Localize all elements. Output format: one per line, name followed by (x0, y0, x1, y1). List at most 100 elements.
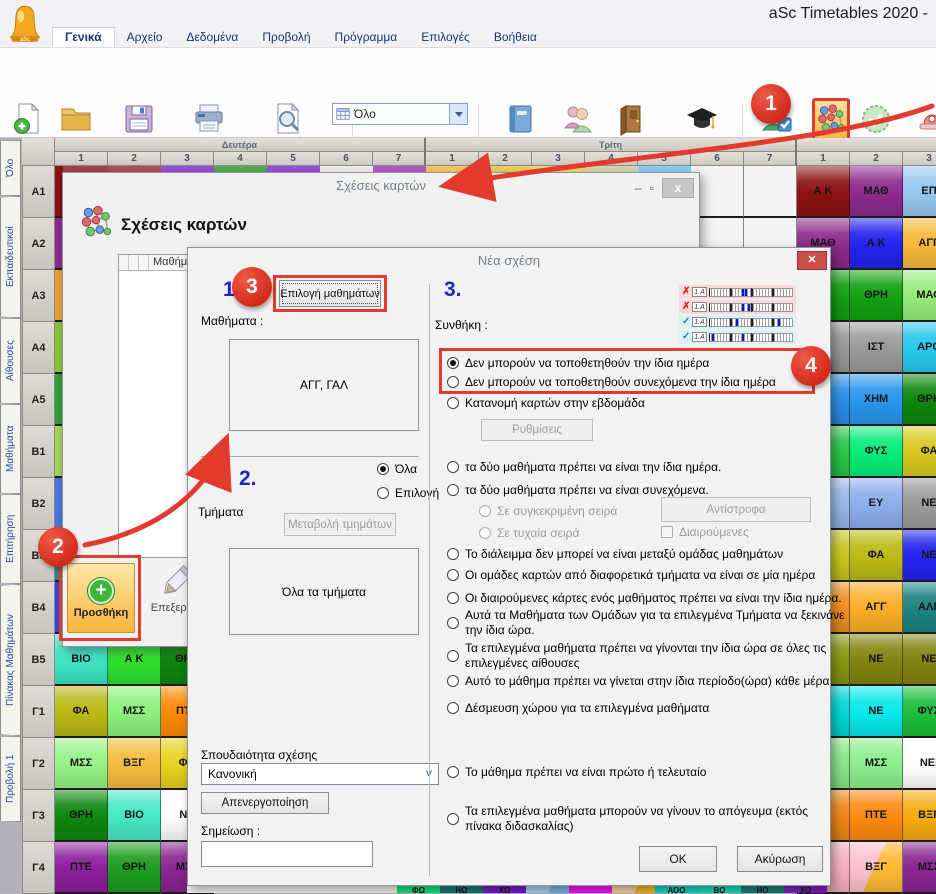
row-label-B5[interactable]: B5 (22, 634, 55, 686)
timetable-cell[interactable]: ΙΣΤ (850, 322, 903, 374)
timetable-cell[interactable]: ΠΤΕ (850, 790, 903, 842)
timetable-cell[interactable] (744, 166, 797, 218)
timetable-cell[interactable]: ΜΣΣ (108, 686, 161, 738)
deactivate-button[interactable]: Απενεργοποίηση (201, 792, 329, 814)
timetable-cell[interactable]: ΒΞΓ (108, 738, 161, 790)
radio-icon[interactable] (447, 650, 459, 662)
importance-select[interactable]: Κανονική ˅ (201, 763, 439, 785)
timetable-cell[interactable]: Α Κ (797, 166, 850, 218)
radio-icon[interactable] (447, 766, 459, 778)
timetable-cell[interactable]: ΜΣΣ (850, 738, 903, 790)
timetable-cell[interactable]: ΦΥΣ (850, 426, 903, 478)
radio-selected-icon[interactable] (377, 463, 389, 475)
condition-same-period-every-day[interactable]: Αυτό το μάθημα πρέπει να γίνεται στην ίδ… (447, 674, 829, 688)
row-label-B2[interactable]: B2 (22, 478, 55, 530)
close-icon[interactable]: x (662, 178, 694, 198)
radio-icon[interactable] (447, 675, 459, 687)
timetable-cell[interactable]: ΒΞΓ (903, 790, 936, 842)
timetable-cell[interactable]: ΒΙΟ (108, 790, 161, 842)
timetable-cell[interactable]: ΜΣΣ (55, 738, 108, 790)
timetable-cell[interactable]: ΕΠ (903, 166, 936, 218)
asc-bell-logo-icon[interactable]: aSc (8, 2, 42, 51)
timetable-cell[interactable]: ΦΥΣ (903, 686, 936, 738)
condition-first-or-last[interactable]: Το μάθημα πρέπει να είναι πρώτο ή τελευτ… (447, 765, 706, 779)
ok-button[interactable]: OK (639, 846, 717, 872)
change-classes-button[interactable]: Μεταβολή τμημάτων (284, 513, 396, 536)
radio-icon[interactable] (447, 592, 459, 604)
settings-button[interactable]: Ρυθμίσεις (481, 419, 593, 441)
row-label-A2[interactable]: A2 (22, 218, 55, 270)
condition-same-hour-all-rooms[interactable]: Τα επιλεγμένα μαθήματα πρέπει να γίνοντα… (447, 641, 847, 670)
timetable-cell[interactable]: ΘΡΗ (55, 790, 108, 842)
timetable-cell[interactable]: ΝΕΙ (903, 738, 936, 790)
radio-icon[interactable] (447, 548, 459, 560)
radio-icon[interactable] (377, 487, 389, 499)
condition-consecutive[interactable]: τα δύο μαθήματα πρέπει να είναι συνεχόμε… (447, 483, 709, 497)
radio-icon[interactable] (447, 461, 459, 473)
timetable-cell[interactable]: ΜΣΣ (903, 842, 936, 894)
timetable-cell[interactable]: ΒΞΓ (850, 842, 903, 894)
timetable-cell[interactable]: ΠΤΕ (55, 842, 108, 894)
row-label-B1[interactable]: B1 (22, 426, 55, 478)
row-label-A4[interactable]: A4 (22, 322, 55, 374)
radio-icon[interactable] (447, 397, 459, 409)
condition-specific-order[interactable]: Σε συγκεκριμένη σειρά (479, 504, 617, 518)
radio-disabled-icon[interactable] (479, 505, 491, 517)
timetable-cell[interactable]: ΦΑ (850, 530, 903, 582)
condition-same-day[interactable]: τα δύο μαθήματα πρέπει να είναι την ίδια… (447, 460, 721, 474)
condition-random-order[interactable]: Σε τυχαία σειρά (479, 526, 579, 540)
timetable-cell[interactable]: ΝΕ (903, 530, 936, 582)
timetable-cell[interactable]: ΜΑΘ (850, 166, 903, 218)
radio-icon[interactable] (447, 569, 459, 581)
radio-icon[interactable] (447, 484, 459, 496)
card-bottom-sliver: ΗΟ (741, 886, 784, 893)
timetable-cell[interactable]: ΜΑΘ (903, 270, 936, 322)
row-label-Γ4[interactable]: Γ4 (22, 842, 55, 894)
timetable-cell[interactable]: ΑΓΓ (903, 218, 936, 270)
row-label-Γ2[interactable]: Γ2 (22, 738, 55, 790)
maximize-icon[interactable]: ▫ (650, 180, 654, 196)
divided-checkbox[interactable]: Διαιρούμενες (661, 525, 749, 539)
radio-icon[interactable] (447, 617, 459, 629)
classes-all-option[interactable]: Όλα (377, 462, 417, 476)
row-label-Γ3[interactable]: Γ3 (22, 790, 55, 842)
timetable-cell[interactable]: ΘΡΗ (903, 374, 936, 426)
row-label-Γ1[interactable]: Γ1 (22, 686, 55, 738)
timetable-cell[interactable]: Α Κ (850, 218, 903, 270)
condition-groups-start-same-hour[interactable]: Αυτά τα Μαθήματα των Ομάδων για τα επιλε… (447, 608, 847, 637)
cancel-button[interactable]: Ακύρωση (737, 846, 823, 872)
timetable-cell[interactable]: ΕΥ (850, 478, 903, 530)
condition-week-distribution[interactable]: Κατανομή καρτών στην εβδομάδα (447, 396, 645, 410)
timetable-cell[interactable]: ΝΕ (850, 634, 903, 686)
row-label-A1[interactable]: A1 (22, 166, 55, 218)
timetable-cell[interactable]: ΘΡΗ (850, 270, 903, 322)
row-label-B4[interactable]: B4 (22, 582, 55, 634)
checkbox-icon[interactable] (661, 526, 673, 538)
row-label-A5[interactable]: A5 (22, 374, 55, 426)
timetable-cell[interactable]: ΝΕ (850, 686, 903, 738)
timetable-cell[interactable]: ΘΡΗ (108, 842, 161, 894)
preview-cell (790, 333, 793, 342)
timetable-cell[interactable]: ΑΛΓ (903, 582, 936, 634)
grid-corner (22, 138, 55, 166)
condition-groups-one-day[interactable]: Οι ομάδες καρτών από διαφορετικά τμήματα… (447, 568, 815, 582)
note-input[interactable] (201, 841, 373, 867)
radio-icon[interactable] (447, 813, 459, 825)
timetable-cell[interactable]: ΧΗΜ (850, 374, 903, 426)
condition-divided-same-day[interactable]: Οι διαιρούμενες κάρτες ενός μαθήματος πρ… (447, 591, 842, 605)
condition-reserve-space[interactable]: Δέσμευση χώρου για τα επιλεγμένα μαθήματ… (447, 701, 709, 715)
condition-no-break-between[interactable]: Το διάλειμμα δεν μπορεί να είναι μεταξύ … (447, 547, 783, 561)
timetable-cell[interactable]: ΑΓΓ (850, 582, 903, 634)
radio-icon[interactable] (447, 702, 459, 714)
timetable-cell[interactable]: ΝΕ (903, 478, 936, 530)
timetable-cell[interactable]: ΦΑ (55, 686, 108, 738)
reverse-button[interactable]: Αντίστροφα (661, 497, 811, 522)
minimize-icon[interactable]: – (635, 180, 642, 196)
timetable-cell[interactable]: ΦΑ (903, 426, 936, 478)
row-label-A3[interactable]: A3 (22, 270, 55, 322)
timetable-cell[interactable]: ΑΡΟ (903, 322, 936, 374)
timetable-cell[interactable]: ΝΕ (903, 634, 936, 686)
radio-disabled-icon[interactable] (479, 527, 491, 539)
condition-afternoon[interactable]: Τα επιλεγμένα μαθήματα μπορούν να γίνουν… (447, 804, 847, 833)
close-icon[interactable]: ✕ (797, 251, 827, 270)
